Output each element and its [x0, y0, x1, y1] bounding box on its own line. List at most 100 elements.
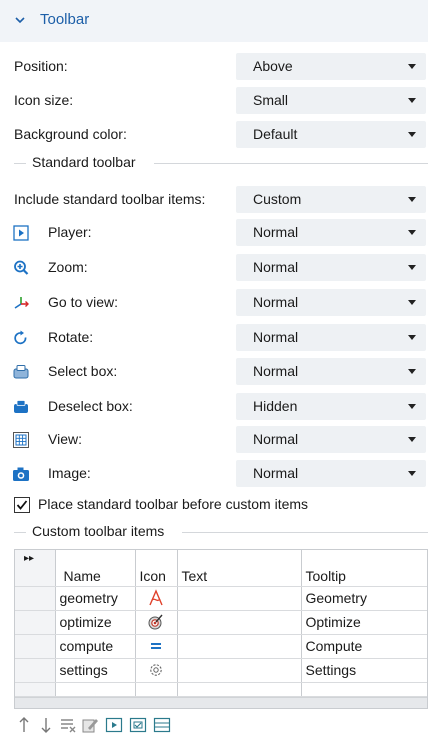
cell-tooltip[interactable]: Settings: [301, 658, 427, 683]
icon-size-select[interactable]: Small: [236, 87, 426, 114]
go-to-view-label: Go to view:: [48, 294, 119, 310]
divider: [182, 532, 428, 533]
dropdown-arrow-icon: [408, 197, 416, 202]
divider: [14, 532, 26, 533]
go-to-view-select[interactable]: Normal: [236, 289, 426, 316]
cell-tooltip[interactable]: [301, 682, 427, 697]
column-header-name[interactable]: Name: [55, 550, 136, 587]
cell-name[interactable]: optimize: [55, 610, 136, 635]
column-header-text[interactable]: Text: [177, 550, 302, 587]
move-down-icon[interactable]: [36, 715, 56, 735]
row-handle[interactable]: [15, 634, 56, 659]
horizontal-scrollbar[interactable]: [15, 697, 427, 708]
toolbar-settings-panel: Toolbar Position: Above Icon size: Small…: [0, 0, 428, 744]
player-select[interactable]: Normal: [236, 219, 426, 246]
zoom-value: Normal: [253, 259, 299, 275]
table-row[interactable]: optimize Optimize: [15, 610, 427, 635]
include-standard-select[interactable]: Custom: [236, 186, 426, 213]
player-icon[interactable]: [104, 715, 124, 735]
table-toolbar: [14, 715, 214, 737]
cell-icon[interactable]: [135, 634, 178, 659]
cell-text[interactable]: [177, 658, 302, 683]
cell-name[interactable]: geometry: [55, 586, 136, 611]
deselect-box-label: Deselect box:: [48, 398, 133, 414]
background-color-select[interactable]: Default: [236, 121, 426, 148]
row-handle[interactable]: [15, 658, 56, 683]
checkbox-icon[interactable]: [128, 715, 148, 735]
cell-text[interactable]: [177, 586, 302, 611]
deselect-box-value: Hidden: [253, 398, 298, 414]
move-up-icon[interactable]: [14, 715, 34, 735]
row-handle[interactable]: [15, 586, 56, 611]
zoom-label: Zoom:: [48, 259, 88, 275]
select-box-row: Select box: Normal: [0, 357, 428, 387]
zoom-select[interactable]: Normal: [236, 254, 426, 281]
go-to-view-row: Go to view: Normal: [0, 288, 428, 318]
cell-text[interactable]: [177, 634, 302, 659]
view-select[interactable]: Normal: [236, 426, 426, 453]
compute-icon: [151, 643, 161, 650]
dropdown-arrow-icon: [408, 265, 416, 270]
divider: [14, 163, 26, 164]
icon-size-label: Icon size:: [14, 92, 74, 108]
column-header-icon[interactable]: Icon: [135, 550, 178, 587]
table-header-row: ▸▸ Name Icon Text Tooltip: [15, 550, 427, 587]
select-box-select[interactable]: Normal: [236, 358, 426, 385]
clear-table-icon[interactable]: [58, 715, 78, 735]
table-row[interactable]: compute Compute: [15, 634, 427, 659]
geometry-icon: [149, 589, 163, 606]
deselect-box-row: Deselect box: Hidden: [0, 392, 428, 422]
view-row: View: Normal: [0, 425, 428, 455]
image-select[interactable]: Normal: [236, 460, 426, 487]
table-row[interactable]: geometry Geometry: [15, 586, 427, 611]
column-header-tooltip[interactable]: Tooltip: [301, 550, 427, 587]
view-label: View:: [48, 431, 82, 447]
custom-items-table: ▸▸ Name Icon Text Tooltip geometry Geome…: [14, 549, 428, 709]
cell-text[interactable]: [177, 610, 302, 635]
rotate-select[interactable]: Normal: [236, 324, 426, 351]
row-handle[interactable]: [15, 682, 56, 697]
cell-icon[interactable]: [135, 586, 178, 611]
group-title: Custom toolbar items: [32, 523, 171, 539]
deselect-box-icon: [14, 400, 28, 413]
expand-all-icon[interactable]: ▸▸: [15, 550, 56, 587]
cell-tooltip[interactable]: Optimize: [301, 610, 427, 635]
select-box-value: Normal: [253, 363, 299, 379]
optimize-icon: [148, 614, 163, 630]
cell-text[interactable]: [177, 682, 302, 697]
player-value: Normal: [253, 224, 299, 240]
select-box-label: Select box:: [48, 363, 118, 379]
place-before-checkbox[interactable]: [14, 497, 30, 513]
dropdown-arrow-icon: [408, 64, 416, 69]
camera-icon: [13, 467, 29, 481]
cell-name[interactable]: [55, 682, 136, 697]
position-select[interactable]: Above: [236, 53, 426, 80]
background-color-label: Background color:: [14, 126, 127, 142]
row-handle[interactable]: [15, 610, 56, 635]
image-value: Normal: [253, 465, 299, 481]
section-header[interactable]: Toolbar: [0, 0, 428, 42]
view-icon: [13, 432, 29, 448]
cell-name[interactable]: compute: [55, 634, 136, 659]
place-before-label[interactable]: Place standard toolbar before custom ite…: [38, 496, 308, 512]
cell-icon[interactable]: [135, 682, 178, 697]
player-label: Player:: [48, 224, 92, 240]
section-title: Toolbar: [40, 11, 90, 28]
dropdown-arrow-icon: [408, 369, 416, 374]
dropdown-arrow-icon: [408, 335, 416, 340]
table-row-empty[interactable]: [15, 682, 427, 697]
cell-icon[interactable]: [135, 610, 178, 635]
custom-toolbar-group: Custom toolbar items: [14, 523, 428, 543]
cell-tooltip[interactable]: Compute: [301, 634, 427, 659]
cell-tooltip[interactable]: Geometry: [301, 586, 427, 611]
deselect-box-select[interactable]: Hidden: [236, 393, 426, 420]
cell-icon[interactable]: [135, 658, 178, 683]
chevron-down-icon[interactable]: [14, 14, 26, 26]
rotate-label: Rotate:: [48, 329, 94, 345]
zoom-icon: [14, 260, 29, 275]
dropdown-arrow-icon: [408, 300, 416, 305]
edit-icon[interactable]: [80, 715, 100, 735]
table-icon[interactable]: [152, 715, 172, 735]
table-row[interactable]: settings Settings: [15, 658, 427, 683]
cell-name[interactable]: settings: [55, 658, 136, 683]
